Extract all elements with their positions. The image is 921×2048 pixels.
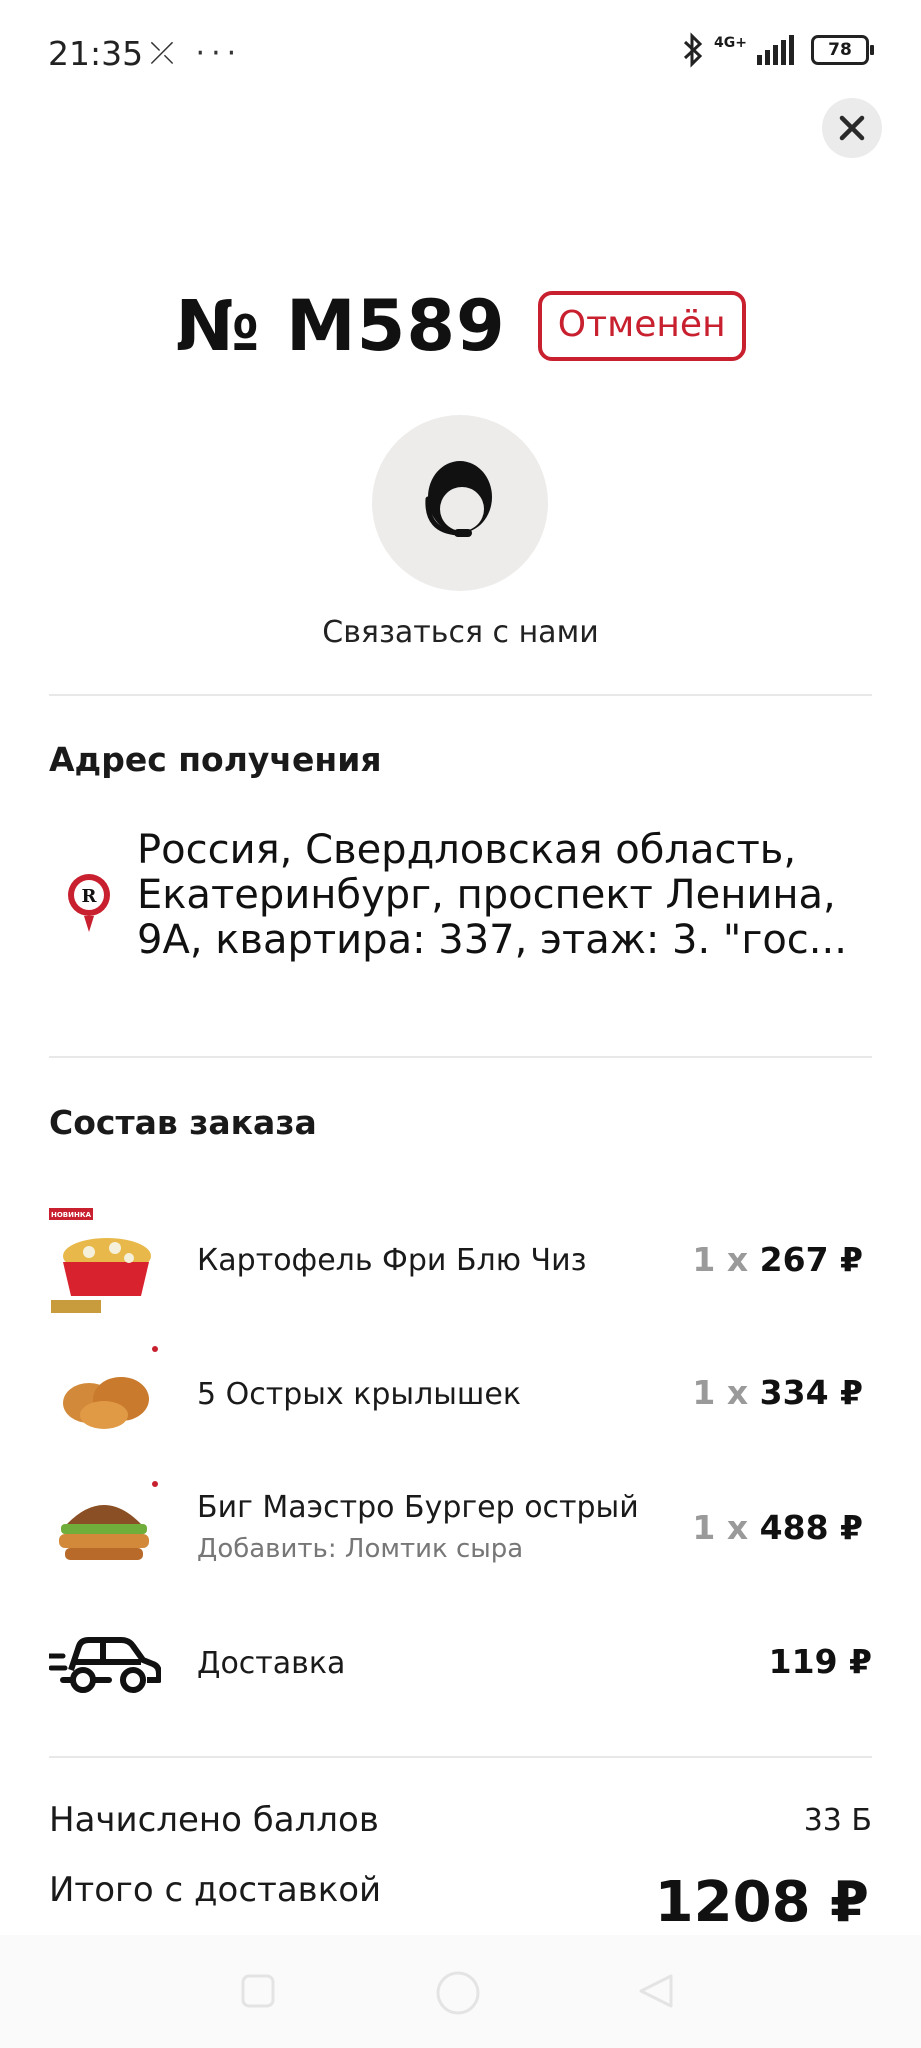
support-button[interactable] bbox=[372, 415, 548, 591]
delivery-label: Доставка bbox=[197, 1646, 346, 1681]
points-value: 33 Б bbox=[803, 1803, 872, 1838]
order-item[interactable]: Биг Маэстро Бургер острый Добавить: Ломт… bbox=[0, 1468, 921, 1598]
item-name: Картофель Фри Блю Чиз bbox=[197, 1243, 587, 1278]
delivery-row: Доставка 119 ₽ bbox=[0, 1620, 921, 1720]
signal-icon bbox=[757, 35, 794, 65]
divider bbox=[49, 1056, 872, 1058]
item-price: 1 x 267 ₽ bbox=[692, 1240, 863, 1279]
status-bar: 21:35 ⤫ ··· 4G+ 78 bbox=[0, 0, 921, 110]
burger-image bbox=[49, 1476, 159, 1576]
battery-icon: 78 bbox=[811, 35, 874, 65]
divider bbox=[49, 1756, 872, 1758]
status-badge: Отменён bbox=[537, 291, 746, 361]
order-item[interactable]: НОВИНКА Картофель Фри Блю Чиз 1 x 267 ₽ bbox=[0, 1200, 921, 1320]
item-price: 1 x 334 ₽ bbox=[692, 1373, 863, 1412]
order-number: № М589 bbox=[175, 285, 506, 367]
close-button[interactable] bbox=[822, 98, 882, 158]
map-pin-icon: R bbox=[68, 874, 110, 932]
back-button[interactable] bbox=[638, 1973, 674, 2013]
notification-icons: ⤫ ··· bbox=[150, 36, 243, 71]
square-icon bbox=[241, 1974, 275, 2008]
network-label: 4G+ bbox=[714, 35, 747, 51]
address-pin: R bbox=[66, 872, 112, 940]
circle-icon bbox=[436, 1971, 480, 2015]
recent-apps-button[interactable] bbox=[240, 1973, 276, 2013]
fries-image: НОВИНКА bbox=[49, 1208, 159, 1313]
status-right-icons: 4G+ 78 bbox=[682, 32, 874, 68]
new-badge: НОВИНКА bbox=[51, 1211, 92, 1219]
headset-icon bbox=[425, 461, 492, 537]
system-nav-bar bbox=[0, 1935, 921, 2048]
pin-letter: R bbox=[82, 886, 98, 907]
car-icon bbox=[46, 1626, 162, 1726]
order-item[interactable]: 5 Острых крылышек 1 x 334 ₽ bbox=[0, 1335, 921, 1455]
status-time: 21:35 bbox=[48, 34, 144, 73]
order-title: Состав заказа bbox=[49, 1103, 317, 1142]
triangle-icon bbox=[639, 1974, 673, 2008]
order-header: № М589 Отменён bbox=[0, 285, 921, 367]
wings-image bbox=[49, 1341, 159, 1441]
total-value: 1208 ₽ bbox=[654, 1870, 869, 1935]
home-button[interactable] bbox=[434, 1969, 482, 2021]
delivery-price: 119 ₽ bbox=[768, 1642, 872, 1681]
support-label[interactable]: Связаться с нами bbox=[0, 615, 921, 650]
item-name: Биг Маэстро Бургер острый bbox=[197, 1490, 639, 1525]
divider bbox=[49, 694, 872, 696]
address-title: Адрес получения bbox=[49, 740, 382, 779]
item-price: 1 x 488 ₽ bbox=[692, 1508, 863, 1547]
item-modifier: Добавить: Ломтик сыра bbox=[197, 1534, 524, 1564]
points-label: Начислено баллов bbox=[49, 1800, 379, 1840]
bluetooth-icon bbox=[684, 32, 703, 68]
address-text: Россия, Свердловская область, Екатеринбу… bbox=[137, 827, 847, 963]
item-name: 5 Острых крылышек bbox=[197, 1377, 521, 1412]
total-label: Итого с доставкой bbox=[49, 1870, 382, 1910]
close-icon bbox=[839, 115, 865, 141]
